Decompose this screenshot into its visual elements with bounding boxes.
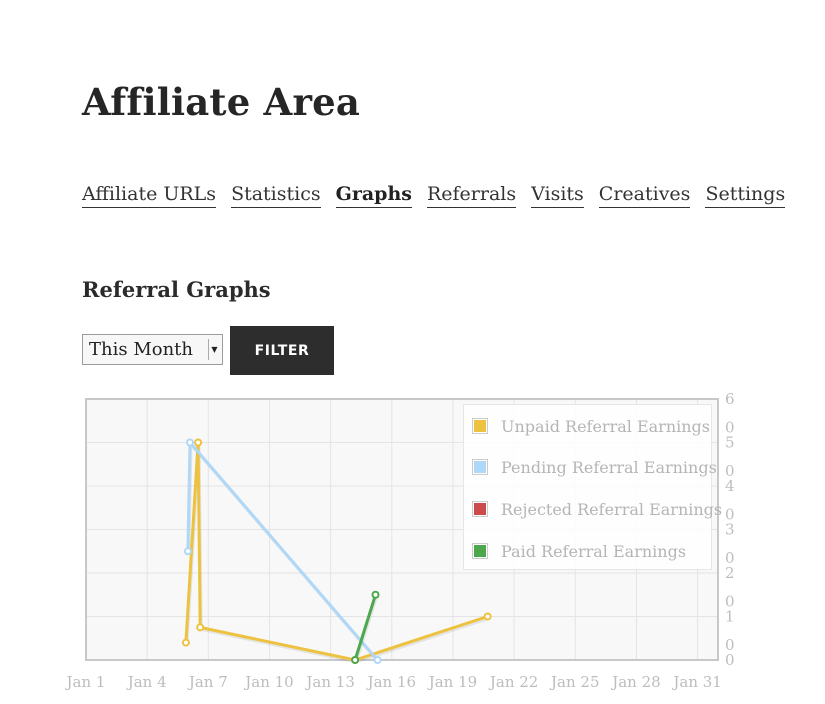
y-tick-label: 5 <box>725 434 735 452</box>
tab-creatives[interactable]: Creatives <box>598 182 691 208</box>
data-point <box>371 590 380 599</box>
legend-item-pending: Pending Referral Earnings <box>472 457 717 477</box>
x-tick-label: Jan 28 <box>610 673 660 691</box>
x-tick-label: Jan 25 <box>549 673 599 691</box>
legend-label-paid: Paid Referral Earnings <box>501 541 687 561</box>
legend-item-paid: Paid Referral Earnings <box>472 541 686 561</box>
x-tick-label: Jan 16 <box>366 673 416 691</box>
data-point <box>185 438 194 447</box>
y-tick-label: 6 <box>725 390 735 408</box>
tab-visits[interactable]: Visits <box>531 182 584 208</box>
y-tick-label: 4 <box>725 477 735 495</box>
legend-swatch-unpaid <box>474 420 486 432</box>
page-title: Affiliate Area <box>82 80 361 124</box>
x-tick-label: Jan 22 <box>488 673 538 691</box>
y-tick-label: 2 <box>725 564 735 582</box>
x-tick-label: Jan 10 <box>243 673 293 691</box>
data-point <box>351 656 360 664</box>
legend-item-unpaid: Unpaid Referral Earnings <box>472 416 710 436</box>
legend-swatch-rejected <box>474 503 486 515</box>
x-tick-label: Jan 7 <box>187 673 228 691</box>
filter-button[interactable]: FILTER <box>230 326 334 375</box>
dropdown-arrow-icon: ▼ <box>208 339 220 360</box>
legend-swatch-pending <box>474 461 486 473</box>
data-point <box>373 656 382 664</box>
tab-affiliate-urls[interactable]: Affiliate URLs <box>82 182 217 208</box>
tab-referrals[interactable]: Referrals <box>426 182 517 208</box>
tab-graphs[interactable]: Graphs <box>335 182 412 208</box>
x-tick-label: Jan 1 <box>65 673 106 691</box>
legend-label-rejected: Rejected Referral Earnings <box>501 499 723 519</box>
chart-legend: Unpaid Referral Earnings Pending Referra… <box>463 404 722 570</box>
data-point <box>196 623 205 632</box>
legend-label-pending: Pending Referral Earnings <box>501 457 717 477</box>
data-point <box>181 638 190 647</box>
section-title: Referral Graphs <box>82 277 271 302</box>
data-point <box>194 438 203 447</box>
tab-statistics[interactable]: Statistics <box>231 182 321 208</box>
data-point <box>183 547 192 556</box>
legend-swatch-paid <box>474 545 486 557</box>
y-tick-label: 3 <box>725 521 735 539</box>
legend-label-unpaid: Unpaid Referral Earnings <box>501 416 711 436</box>
y-tick-label: 0 <box>725 651 735 669</box>
affiliate-tabs: Affiliate URLs Statistics Graphs Referra… <box>82 182 786 208</box>
date-range-value: This Month <box>89 339 194 360</box>
tab-settings[interactable]: Settings <box>705 182 786 208</box>
x-tick-label: Jan 4 <box>126 673 167 691</box>
x-tick-label: Jan 19 <box>427 673 477 691</box>
x-tick-label: Jan 13 <box>304 673 354 691</box>
legend-item-rejected: Rejected Referral Earnings <box>472 499 722 519</box>
y-tick-label: 1 <box>725 608 735 626</box>
data-point <box>483 612 492 621</box>
x-tick-label: Jan 31 <box>671 673 721 691</box>
date-range-select[interactable]: This Month ▼ <box>82 334 223 365</box>
